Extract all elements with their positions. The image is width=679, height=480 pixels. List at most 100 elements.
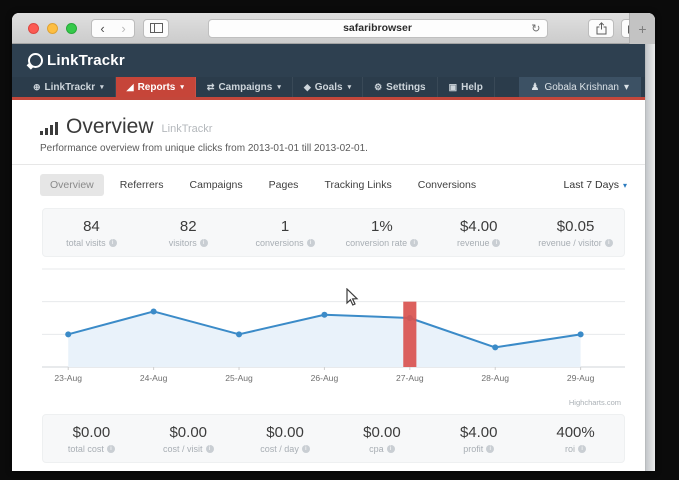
- zoom-button[interactable]: [66, 23, 77, 34]
- stats-bottom-panel: $0.00 total cost $0.00 cost / visit $0.0…: [42, 414, 625, 463]
- tab-pages[interactable]: Pages: [259, 174, 309, 196]
- nav-item-campaigns[interactable]: ⇄ Campaigns ▾: [196, 77, 293, 97]
- stat-conversion-rate: 1% conversion rate: [333, 218, 430, 248]
- stat-label: revenue / visitor: [538, 238, 602, 248]
- chevron-down-icon: ▾: [623, 181, 627, 190]
- stat-value: 82: [140, 218, 237, 235]
- sidebar-icon: [150, 23, 163, 33]
- minimize-button[interactable]: [47, 23, 58, 34]
- stat-value: $0.00: [140, 424, 237, 441]
- url-field[interactable]: safaribrowser ↻: [208, 19, 548, 38]
- chart-credit[interactable]: Highcharts.com: [569, 398, 621, 407]
- tab-campaigns[interactable]: Campaigns: [180, 174, 253, 196]
- visits-chart[interactable]: 23-Aug24-Aug25-Aug26-Aug27-Aug28-Aug29-A…: [42, 261, 625, 409]
- share-icon: [596, 22, 607, 35]
- svg-text:23-Aug: 23-Aug: [54, 373, 82, 383]
- visits-chart-svg: 23-Aug24-Aug25-Aug26-Aug27-Aug28-Aug29-A…: [42, 261, 625, 394]
- close-button[interactable]: [28, 23, 39, 34]
- info-icon[interactable]: [107, 445, 115, 453]
- linktrackr-logo[interactable]: LinkTrackr: [28, 52, 125, 69]
- page-title-suffix: LinkTrackr: [162, 123, 213, 137]
- chevron-down-icon: ▾: [624, 82, 629, 93]
- user-name: Gobala Krishnan: [544, 82, 619, 93]
- chart-icon: ◢: [127, 82, 134, 93]
- info-icon[interactable]: [578, 445, 586, 453]
- svg-text:25-Aug: 25-Aug: [225, 373, 253, 383]
- stat-label: total cost: [68, 444, 104, 454]
- svg-text:26-Aug: 26-Aug: [311, 373, 339, 383]
- info-icon[interactable]: [109, 239, 117, 247]
- stats-top-panel: 84 total visits 82 visitors 1 conversion…: [42, 208, 625, 257]
- info-icon[interactable]: [492, 239, 500, 247]
- page-title-block: Overview LinkTrackr Performance overview…: [12, 100, 655, 164]
- app-nav: ⊕ LinkTrackr ▾ ◢ Reports ▾ ⇄ Campaigns ▾…: [12, 77, 655, 100]
- nav-label: Campaigns: [218, 82, 272, 93]
- stat-label: visitors: [169, 238, 197, 248]
- history-nav-group: ‹ ›: [91, 19, 135, 38]
- stat-total-cost: $0.00 total cost: [43, 424, 140, 454]
- info-icon[interactable]: [410, 239, 418, 247]
- back-button[interactable]: ‹: [92, 20, 113, 37]
- share-button[interactable]: [588, 19, 614, 38]
- stat-label: cpa: [369, 444, 384, 454]
- stat-cost-day: $0.00 cost / day: [237, 424, 334, 454]
- stat-value: 1: [237, 218, 334, 235]
- nav-item-settings[interactable]: ⚙ Settings: [363, 77, 438, 97]
- info-icon[interactable]: [486, 445, 494, 453]
- nav-item-goals[interactable]: ◆ Goals ▾: [293, 77, 363, 97]
- info-icon[interactable]: [200, 239, 208, 247]
- stat-value: $0.00: [43, 424, 140, 441]
- overview-page: Overview LinkTrackr Performance overview…: [12, 100, 655, 468]
- stat-label: conversions: [256, 238, 304, 248]
- traffic-lights: [28, 23, 77, 34]
- info-icon[interactable]: [302, 445, 310, 453]
- chevron-down-icon: ▾: [348, 83, 352, 91]
- info-icon[interactable]: [206, 445, 214, 453]
- page-subtitle: Performance overview from unique clicks …: [40, 143, 627, 154]
- nav-label: Reports: [138, 82, 176, 93]
- nav-item-linktrackr[interactable]: ⊕ LinkTrackr ▾: [22, 77, 116, 97]
- svg-text:29-Aug: 29-Aug: [567, 373, 595, 383]
- stat-cpa: $0.00 cpa: [333, 424, 430, 454]
- info-icon[interactable]: [605, 239, 613, 247]
- stat-value: $0.00: [237, 424, 334, 441]
- globe-icon: ⊕: [33, 82, 41, 93]
- info-icon[interactable]: [307, 239, 315, 247]
- date-range-dropdown[interactable]: Last 7 Days ▾: [564, 179, 627, 191]
- browser-toolbar: ‹ › safaribrowser ↻: [12, 13, 655, 44]
- stat-value: 1%: [333, 218, 430, 235]
- stat-label: revenue: [457, 238, 490, 248]
- info-icon[interactable]: [387, 445, 395, 453]
- app-header: LinkTrackr: [12, 44, 655, 77]
- svg-text:24-Aug: 24-Aug: [140, 373, 168, 383]
- stat-roi: 400% roi: [527, 424, 624, 454]
- nav-item-reports[interactable]: ◢ Reports ▾: [116, 77, 196, 97]
- user-menu-button[interactable]: ♟ Gobala Krishnan ▾: [519, 77, 642, 97]
- bar-chart-icon: [40, 122, 58, 137]
- date-range-label: Last 7 Days: [564, 179, 619, 191]
- refresh-icon[interactable]: ↻: [531, 22, 540, 35]
- svg-text:27-Aug: 27-Aug: [396, 373, 424, 383]
- stat-value: $0.05: [527, 218, 624, 235]
- report-tabs: Overview Referrers Campaigns Pages Track…: [12, 165, 655, 203]
- tab-conversions[interactable]: Conversions: [408, 174, 486, 196]
- stat-visitors: 82 visitors: [140, 218, 237, 248]
- window-right-edge: [645, 44, 655, 471]
- shuffle-icon: ⇄: [207, 82, 215, 93]
- forward-button[interactable]: ›: [113, 20, 134, 37]
- sidebar-toggle-button[interactable]: [143, 19, 169, 38]
- diamond-icon: ◆: [304, 82, 311, 93]
- stat-label: cost / day: [260, 444, 299, 454]
- stat-value: $4.00: [430, 218, 527, 235]
- new-tab-button[interactable]: +: [629, 13, 655, 44]
- tab-referrers[interactable]: Referrers: [110, 174, 174, 196]
- stat-label: total visits: [66, 238, 106, 248]
- stat-value: 400%: [527, 424, 624, 441]
- nav-label: Goals: [315, 82, 343, 93]
- nav-item-help[interactable]: ▣ Help: [438, 77, 495, 97]
- url-text: safaribrowser: [343, 22, 412, 34]
- tab-tracking-links[interactable]: Tracking Links: [314, 174, 401, 196]
- tab-overview[interactable]: Overview: [40, 174, 104, 196]
- stat-total-visits: 84 total visits: [43, 218, 140, 248]
- nav-label: Settings: [386, 82, 425, 93]
